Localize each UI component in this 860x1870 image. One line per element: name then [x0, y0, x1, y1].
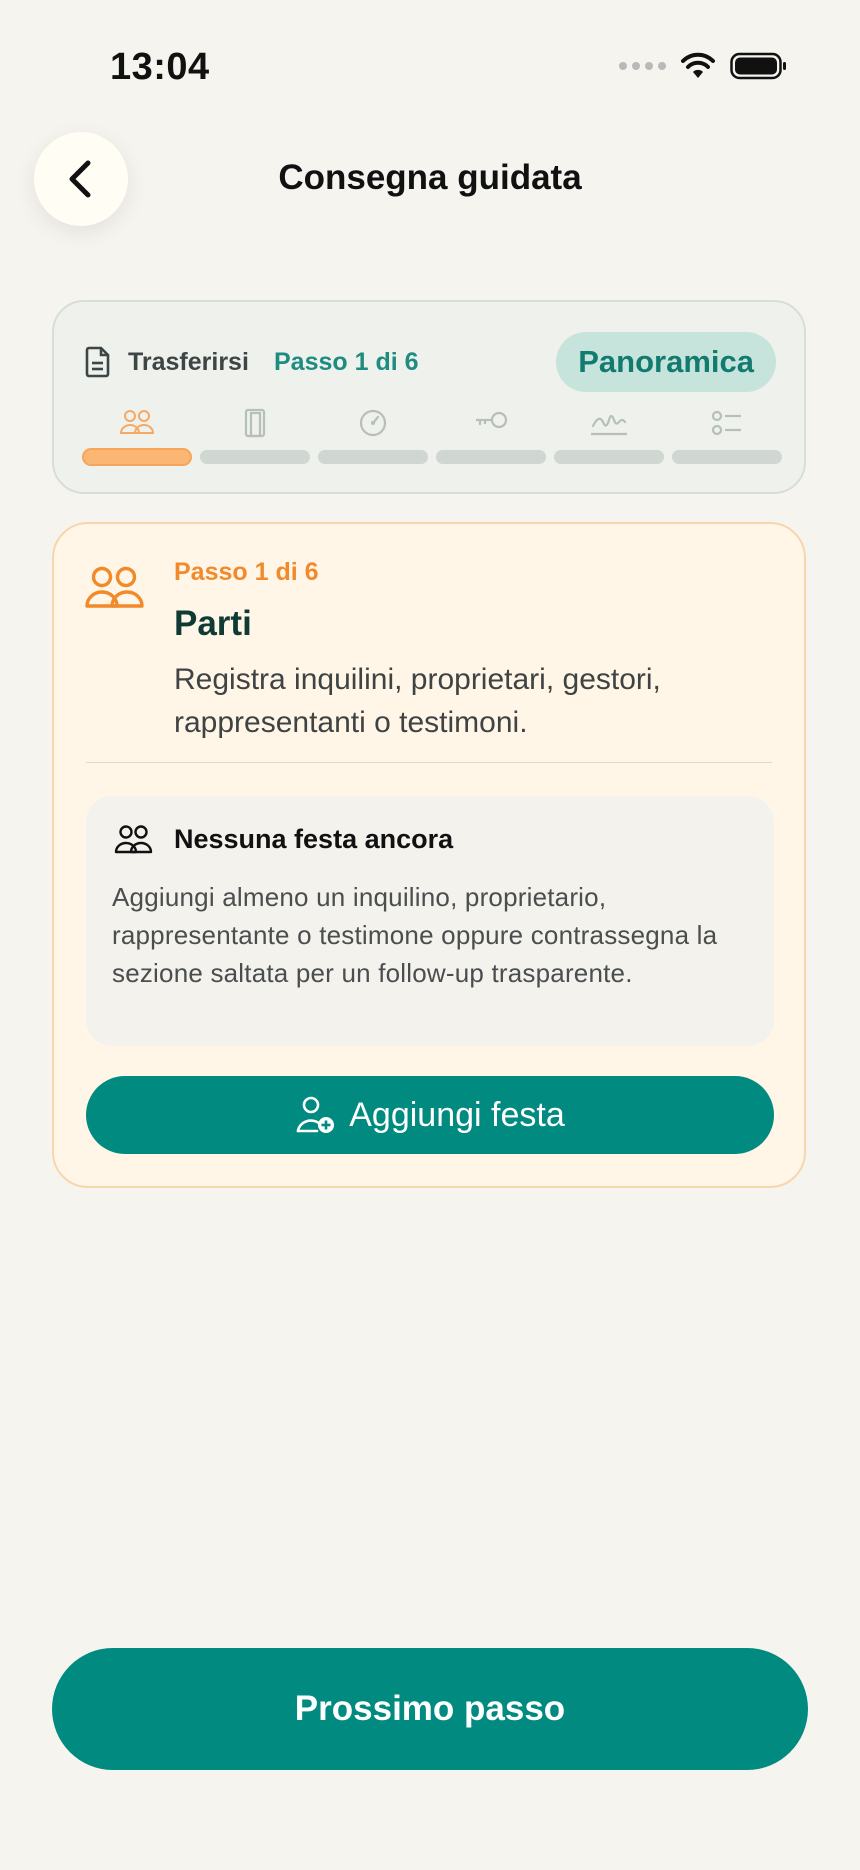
status-time: 13:04 [110, 46, 210, 88]
step-description: Registra inquilini, proprietari, gestori… [174, 663, 661, 739]
progress-step-text: Passo 1 di 6 [274, 348, 419, 376]
step-people[interactable] [82, 408, 192, 468]
status-bar: 13:04 [0, 0, 860, 140]
checklist-icon [711, 410, 741, 436]
add-party-button[interactable]: Aggiungi festa [86, 1076, 774, 1154]
step-kicker: Passo 1 di 6 [174, 558, 319, 586]
page-title: Consegna guidata [278, 158, 582, 197]
step-card: Passo 1 di 6 Parti Registra inquilini, p… [52, 522, 806, 1188]
overview-button[interactable]: Panoramica [556, 332, 776, 392]
add-party-label: Aggiungi festa [349, 1095, 565, 1134]
step-meter[interactable] [318, 408, 428, 468]
meter-icon [359, 409, 387, 437]
empty-state-title: Nessuna festa ancora [174, 824, 454, 854]
battery-icon [730, 52, 786, 80]
document-icon [85, 346, 110, 378]
people-icon [114, 825, 153, 854]
signature-icon [591, 414, 627, 436]
step-checklist[interactable] [672, 408, 782, 468]
signal-icon [619, 62, 666, 70]
step-door[interactable] [200, 408, 310, 468]
progress-card: Trasferirsi Passo 1 di 6 Panoramica [52, 300, 806, 494]
status-icons [619, 52, 788, 80]
progress-label: Trasferirsi [128, 348, 249, 376]
step-signature[interactable] [554, 408, 664, 468]
step-title: Parti [174, 604, 252, 643]
people-icon [85, 566, 144, 608]
wifi-icon [681, 52, 715, 78]
divider [86, 762, 772, 763]
next-step-button[interactable]: Prossimo passo [52, 1648, 808, 1770]
people-icon [119, 410, 155, 434]
empty-state: Nessuna festa ancora Aggiungi almeno un … [86, 796, 774, 1046]
empty-state-text: Aggiungi almeno un inquilino, proprietar… [112, 882, 718, 988]
step-keys[interactable] [436, 408, 546, 468]
door-icon [244, 408, 266, 438]
step-tracker [82, 408, 782, 468]
add-person-icon [296, 1096, 335, 1133]
key-icon [476, 411, 508, 429]
